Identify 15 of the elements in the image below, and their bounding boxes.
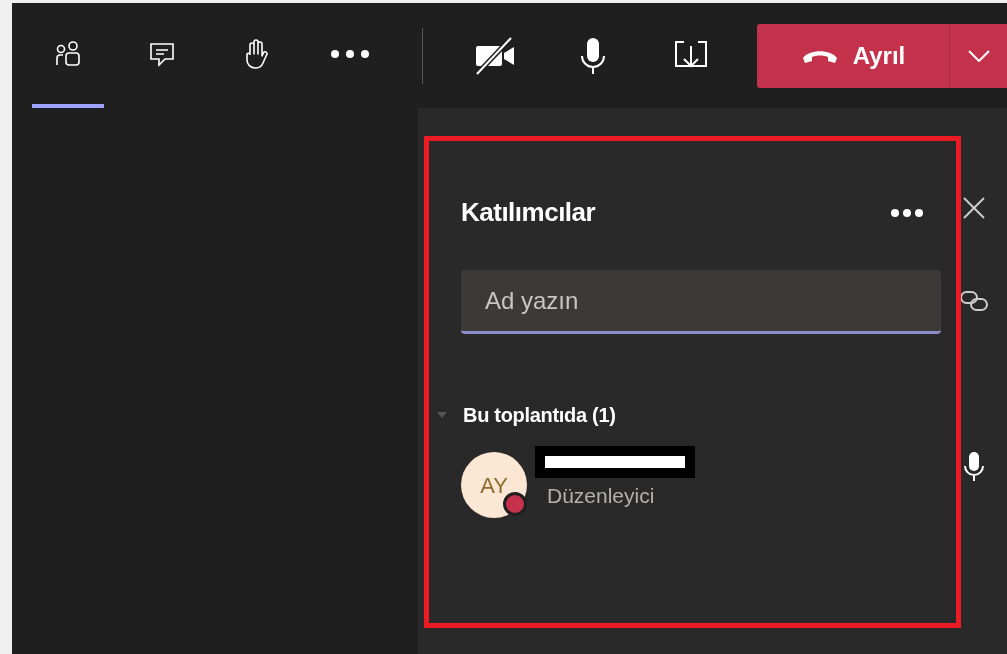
more-options-button[interactable] <box>890 207 924 218</box>
camera-off-icon <box>473 35 517 76</box>
panel-title: Katılımcılar <box>461 196 596 229</box>
microphone-icon <box>578 35 608 76</box>
more-icon <box>890 207 924 218</box>
participant-role: Düzenleyici <box>547 483 656 510</box>
link-icon[interactable] <box>958 290 989 312</box>
microphone-icon[interactable] <box>961 450 986 484</box>
chevron-down-icon <box>967 49 990 62</box>
section-heading[interactable]: Bu toplantıda (1) <box>463 400 616 430</box>
avatar: AY <box>461 452 527 518</box>
more-icon <box>330 48 370 59</box>
close-icon[interactable] <box>961 196 986 220</box>
search-field[interactable]: Ad yazın <box>461 270 941 334</box>
leave-button[interactable]: Ayrıl <box>757 23 949 88</box>
